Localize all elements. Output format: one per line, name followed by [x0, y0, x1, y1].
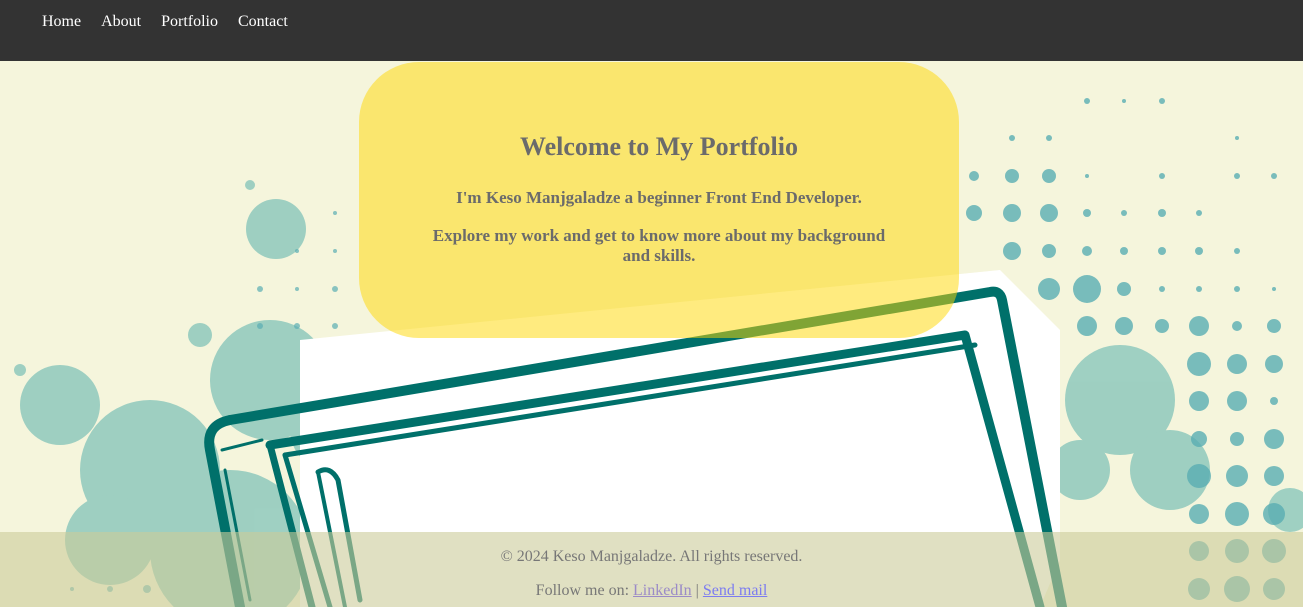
linkedin-link[interactable]: LinkedIn [633, 582, 692, 599]
page-footer: © 2024 Keso Manjgaladze. All rights rese… [0, 532, 1303, 607]
hero-explore-text: Explore my work and get to know more abo… [432, 226, 886, 265]
hero-card: Welcome to My Portfolio I'm Keso Manjgal… [359, 62, 959, 338]
footer-social-line: Follow me on: LinkedIn | Send mail [0, 582, 1303, 600]
footer-copyright: © 2024 Keso Manjgaladze. All rights rese… [500, 548, 803, 565]
nav-home-link[interactable]: Home [32, 0, 91, 48]
hero-intro-text: I'm Keso Manjgaladze a beginner Front En… [456, 188, 862, 207]
nav-about-link[interactable]: About [91, 0, 151, 48]
send-mail-link[interactable]: Send mail [703, 582, 767, 599]
nav-contact-link[interactable]: Contact [228, 0, 298, 48]
footer-separator: | [695, 582, 699, 599]
hero-title: Welcome to My Portfolio [520, 132, 798, 161]
nav-portfolio-link[interactable]: Portfolio [151, 0, 228, 48]
footer-follow-label: Follow me on: [535, 582, 630, 599]
top-navbar: Home About Portfolio Contact [0, 0, 1303, 61]
